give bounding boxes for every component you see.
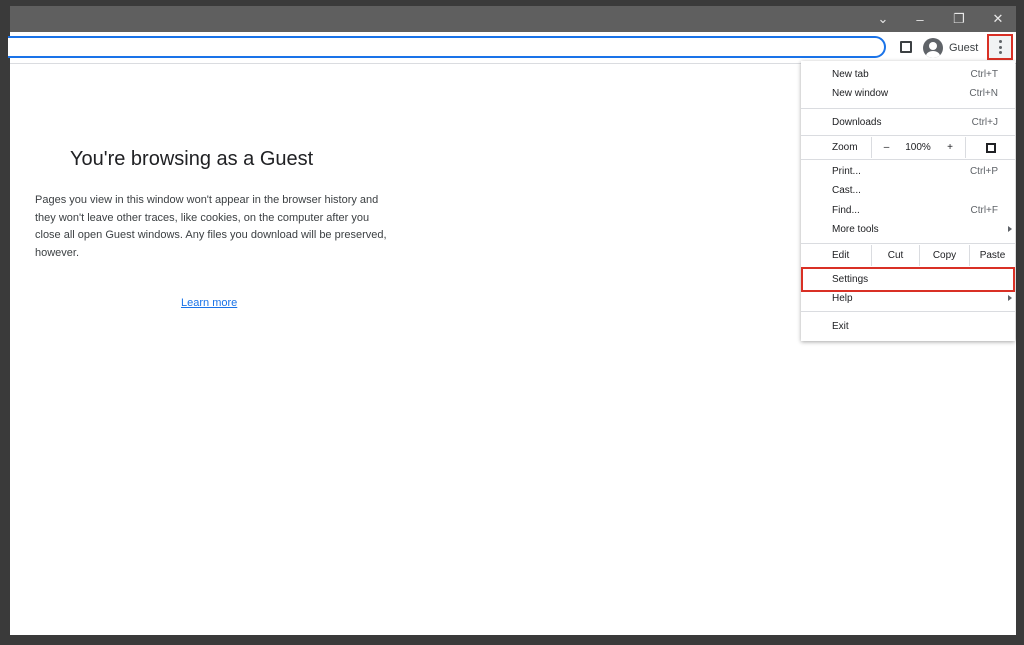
menu-shortcut: Ctrl+T [970,69,999,80]
cut-button[interactable]: Cut [871,245,919,266]
menu-label: Help [832,293,853,304]
edit-label: Edit [832,250,850,261]
menu-separator [801,311,1015,312]
minimize-button[interactable]: – [900,6,940,32]
address-bar[interactable] [8,36,886,58]
restore-icon: ❐ [953,11,965,26]
more-vert-icon [998,40,1002,54]
menu-shortcut: Ctrl+P [969,166,998,177]
toolbar: Guest [8,32,1016,64]
copy-button[interactable]: Copy [919,245,969,266]
menu-item-find[interactable]: Find... Ctrl+F [801,201,1015,220]
menu-label: More tools [832,224,879,235]
menu-label: Find... [832,205,860,216]
side-panel-icon[interactable] [900,41,912,53]
menu-label: Downloads [832,117,882,128]
zoom-in-button[interactable]: + [935,137,965,158]
paste-button[interactable]: Paste [969,245,1015,266]
close-icon: ✕ [992,11,1004,26]
menu-separator [801,243,1015,244]
avatar-icon [923,38,943,58]
zoom-out-button[interactable]: – [871,137,901,158]
chrome-menu: New tab Ctrl+T New window Ctrl+N Downloa… [801,61,1015,341]
menu-shortcut: Ctrl+J [971,117,998,128]
chevron-right-icon [1008,295,1012,301]
minimize-icon: – [916,11,924,27]
menu-item-downloads[interactable]: Downloads Ctrl+J [801,113,1015,132]
menu-item-help[interactable]: Help [801,289,1015,308]
learn-more-link[interactable]: Learn more [181,297,237,309]
menu-label: New tab [832,69,869,80]
menu-separator [801,108,1015,109]
zoom-row: Zoom – 100% + [801,137,1015,158]
menu-item-print[interactable]: Print... Ctrl+P [801,162,1015,181]
chevron-down-icon: ⌄ [877,11,889,26]
menu-label: Cast... [832,185,861,196]
guest-description: Pages you view in this window won't appe… [35,194,387,259]
profile-button[interactable]: Guest [923,37,978,59]
menu-item-new-window[interactable]: New window Ctrl+N [801,84,1015,103]
fullscreen-icon [985,142,996,153]
chrome-menu-button[interactable] [987,34,1013,60]
menu-item-exit[interactable]: Exit [801,317,1015,336]
menu-shortcut: Ctrl+F [970,205,999,216]
menu-separator [801,135,1015,136]
menu-item-cast[interactable]: Cast... [801,181,1015,200]
restore-button[interactable]: ❐ [939,6,979,32]
title-bar: ⌄ – ❐ ✕ [10,6,1016,32]
menu-label: Exit [832,321,849,332]
profile-label: Guest [949,42,979,54]
menu-shortcut: Ctrl+N [969,88,998,99]
menu-label: New window [832,88,889,99]
menu-item-more-tools[interactable]: More tools [801,220,1015,239]
fullscreen-button[interactable] [965,137,1015,158]
menu-separator [801,159,1015,160]
tab-search-button[interactable]: ⌄ [863,6,903,32]
menu-label: Print... [832,166,861,177]
chevron-right-icon [1008,226,1012,232]
browser-frame: ⌄ – ❐ ✕ Guest You're browsing as a Guest… [0,0,1024,645]
close-button[interactable]: ✕ [978,6,1018,32]
edit-row: Edit Cut Copy Paste [801,245,1015,266]
menu-item-new-tab[interactable]: New tab Ctrl+T [801,65,1015,84]
page-title: You're browsing as a Guest [70,148,314,170]
zoom-label: Zoom [832,142,858,153]
zoom-level: 100% [905,142,931,153]
